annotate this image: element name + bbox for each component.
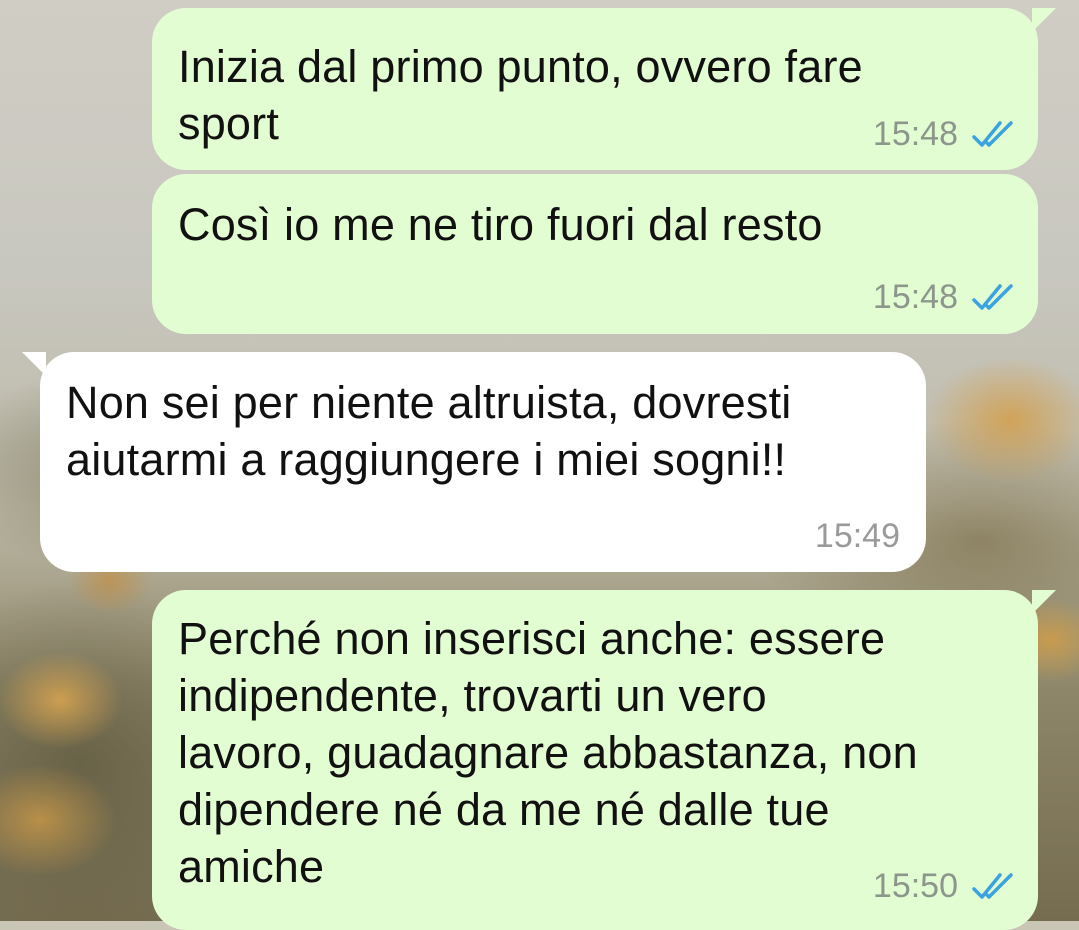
message-meta: 15:49: [815, 516, 900, 556]
message-meta: 15:48: [873, 277, 1014, 317]
bubble-tail: [1032, 8, 1056, 32]
message-time: 15:49: [814, 517, 900, 555]
double-check-icon: [972, 873, 1013, 899]
message-meta: 15:48: [873, 114, 1014, 154]
message-bubble-outgoing[interactable]: Perché non inserisci anche: essere indip…: [152, 590, 1056, 930]
message-meta: 15:50: [873, 866, 1014, 906]
message-time: 15:50: [872, 867, 958, 905]
bubble-tail: [22, 352, 46, 376]
double-check-icon: [972, 284, 1013, 310]
message-text: Così io me ne tiro fuori dal resto: [178, 199, 823, 250]
double-check-icon: [972, 121, 1013, 147]
message-bubble-outgoing[interactable]: Inizia dal primo punto, ovvero fare spor…: [152, 8, 1056, 170]
message-text: Inizia dal primo punto, ovvero fare spor…: [178, 41, 863, 149]
message-text: Non sei per niente altruista, dovresti a…: [66, 377, 792, 485]
message-time: 15:48: [872, 115, 958, 153]
bubble-tail: [1032, 590, 1056, 614]
message-text: Perché non inserisci anche: essere indip…: [178, 613, 918, 892]
message-bubble-incoming[interactable]: Non sei per niente altruista, dovresti a…: [22, 352, 926, 572]
message-time: 15:48: [872, 278, 958, 316]
message-bubble-outgoing[interactable]: Così io me ne tiro fuori dal resto 15:48: [152, 174, 1038, 334]
